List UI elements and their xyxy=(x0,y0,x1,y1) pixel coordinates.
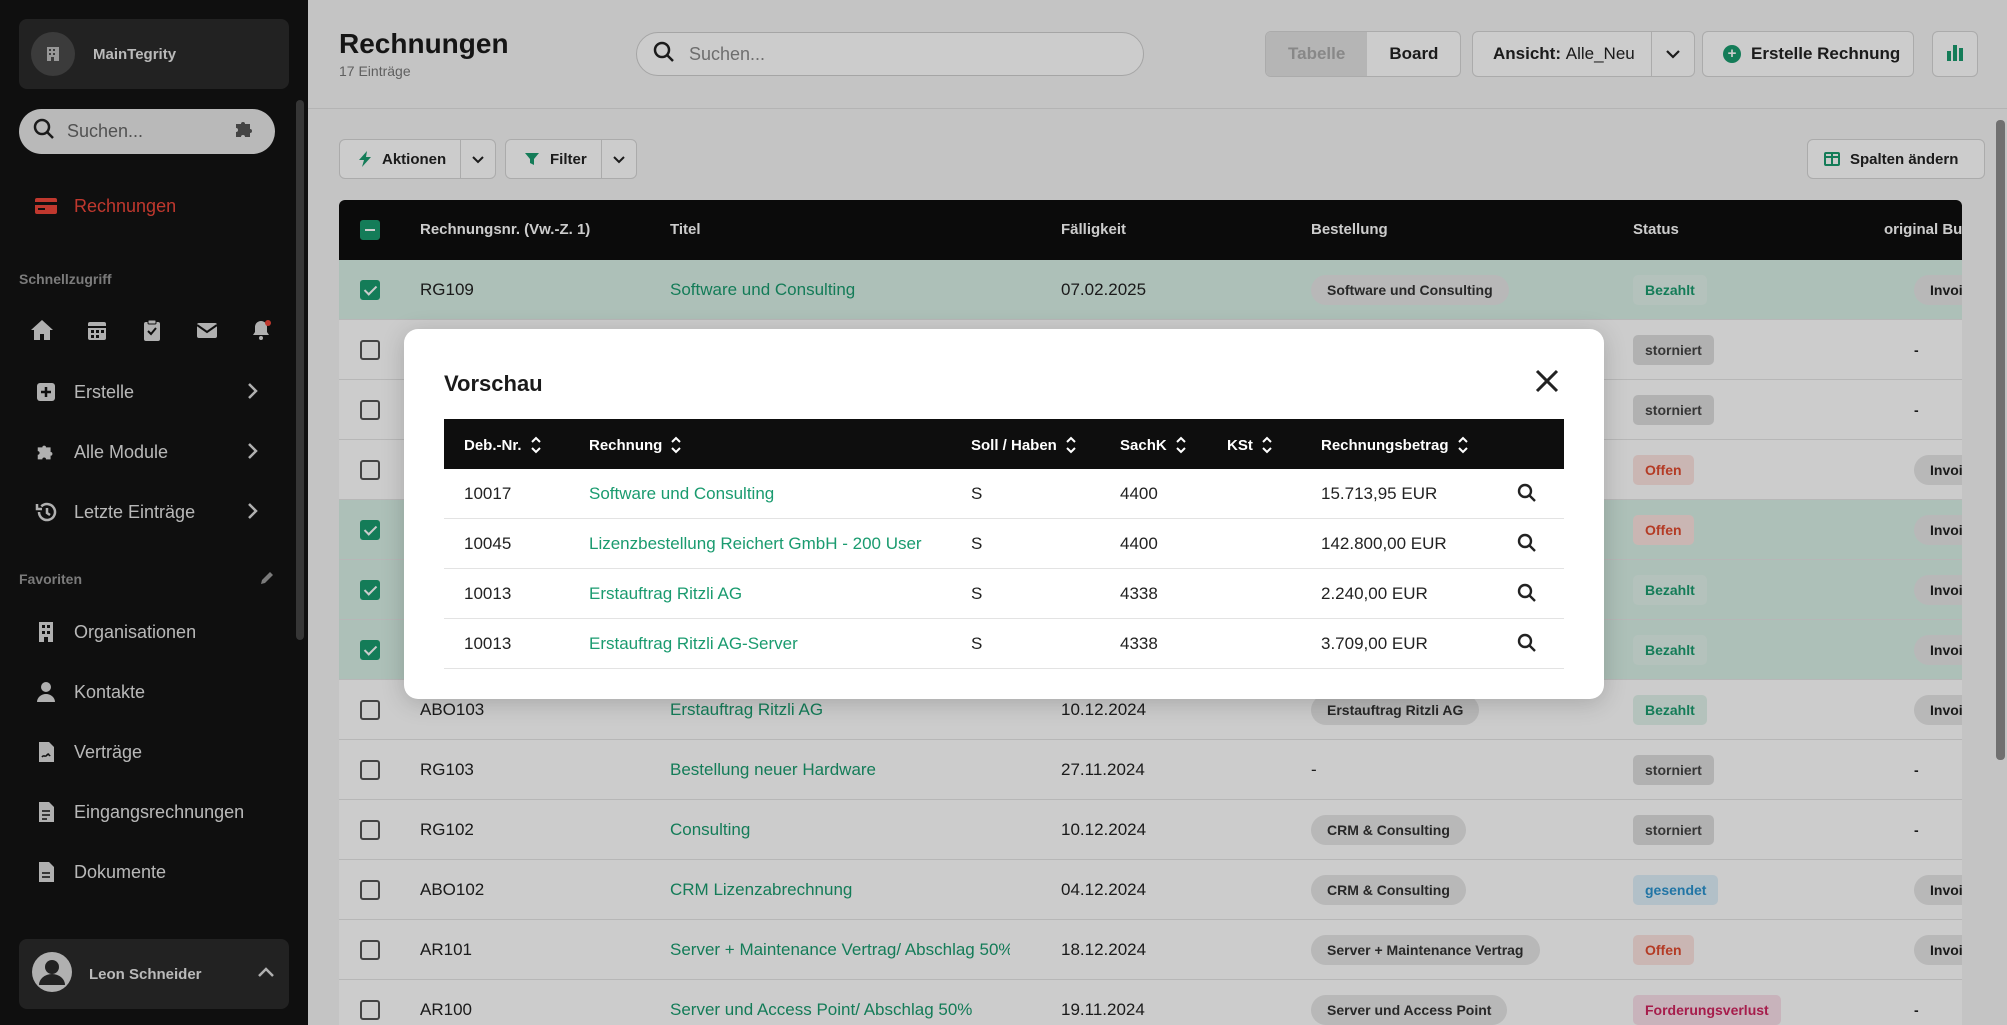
invoice-link[interactable]: Erstauftrag Ritzli AG-Server xyxy=(589,634,798,654)
column-header-soll-haben[interactable]: Soll / Haben xyxy=(971,435,1077,455)
magnifier-icon[interactable] xyxy=(1517,633,1537,658)
debit-credit: S xyxy=(971,584,983,603)
debit-credit: S xyxy=(971,634,983,653)
magnifier-icon[interactable] xyxy=(1517,533,1537,558)
invoice-link[interactable]: Erstauftrag Ritzli AG xyxy=(589,584,742,604)
column-header-label: Soll / Haben xyxy=(971,436,1057,454)
magnifier-icon[interactable] xyxy=(1517,583,1537,608)
sort-icon xyxy=(1066,436,1076,454)
preview-row: 10045 Lizenzbestellung Reichert GmbH - 20… xyxy=(444,519,1564,569)
preview-table: Deb.-Nr. Rechnung Soll / Haben SachK KSt… xyxy=(444,419,1564,669)
column-header-rechnung[interactable]: Rechnung xyxy=(589,435,682,455)
preview-row: 10013 Erstauftrag Ritzli AG-Server S 4338 3.… xyxy=(444,619,1564,669)
column-header-label: Rechnungsbetrag xyxy=(1321,436,1449,454)
ledger-account: 4338 xyxy=(1120,634,1158,653)
invoice-amount: 3.709,00 EUR xyxy=(1321,634,1428,653)
column-header-kst[interactable]: KSt xyxy=(1227,435,1273,455)
debtor-number: 10017 xyxy=(464,484,512,503)
column-header-sachk[interactable]: SachK xyxy=(1120,435,1187,455)
debtor-number: 10013 xyxy=(464,634,512,653)
ledger-account: 4400 xyxy=(1120,484,1158,503)
close-icon[interactable] xyxy=(1534,368,1560,394)
magnifier-icon[interactable] xyxy=(1517,483,1537,508)
invoice-link[interactable]: Software und Consulting xyxy=(589,484,774,504)
column-header-deb-nr[interactable]: Deb.-Nr. xyxy=(464,435,542,455)
preview-row: 10017 Software und Consulting S 4400 15.713,… xyxy=(444,469,1564,519)
column-header-label: KSt xyxy=(1227,436,1253,454)
invoice-amount: 15.713,95 EUR xyxy=(1321,484,1438,503)
debit-credit: S xyxy=(971,534,983,553)
column-header-label: Deb.-Nr. xyxy=(464,436,522,454)
invoice-link[interactable]: Lizenzbestellung Reichert GmbH - 200 Use… xyxy=(589,534,922,554)
sort-icon xyxy=(1457,436,1468,454)
sort-icon xyxy=(1175,436,1186,454)
sort-icon xyxy=(1262,436,1272,454)
modal-title: Vorschau xyxy=(444,371,543,396)
ledger-account: 4338 xyxy=(1120,584,1158,603)
invoice-amount: 142.800,00 EUR xyxy=(1321,534,1447,553)
debtor-number: 10045 xyxy=(464,534,512,553)
preview-modal: Vorschau Deb.-Nr. Rechnung Soll / Haben … xyxy=(404,329,1604,699)
debit-credit: S xyxy=(971,484,983,503)
column-header-label: Rechnung xyxy=(589,436,663,454)
invoice-amount: 2.240,00 EUR xyxy=(1321,584,1428,603)
column-header-rechnungsbetrag[interactable]: Rechnungsbetrag xyxy=(1321,435,1469,455)
sort-icon xyxy=(530,436,541,454)
preview-table-body: 10017 Software und Consulting S 4400 15.713,… xyxy=(444,469,1564,669)
preview-table-header: Deb.-Nr. Rechnung Soll / Haben SachK KSt… xyxy=(444,419,1564,469)
sort-icon xyxy=(671,436,682,454)
preview-row: 10013 Erstauftrag Ritzli AG S 4338 2.240,00 … xyxy=(444,569,1564,619)
ledger-account: 4400 xyxy=(1120,534,1158,553)
column-header-label: SachK xyxy=(1120,436,1167,454)
debtor-number: 10013 xyxy=(464,584,512,603)
